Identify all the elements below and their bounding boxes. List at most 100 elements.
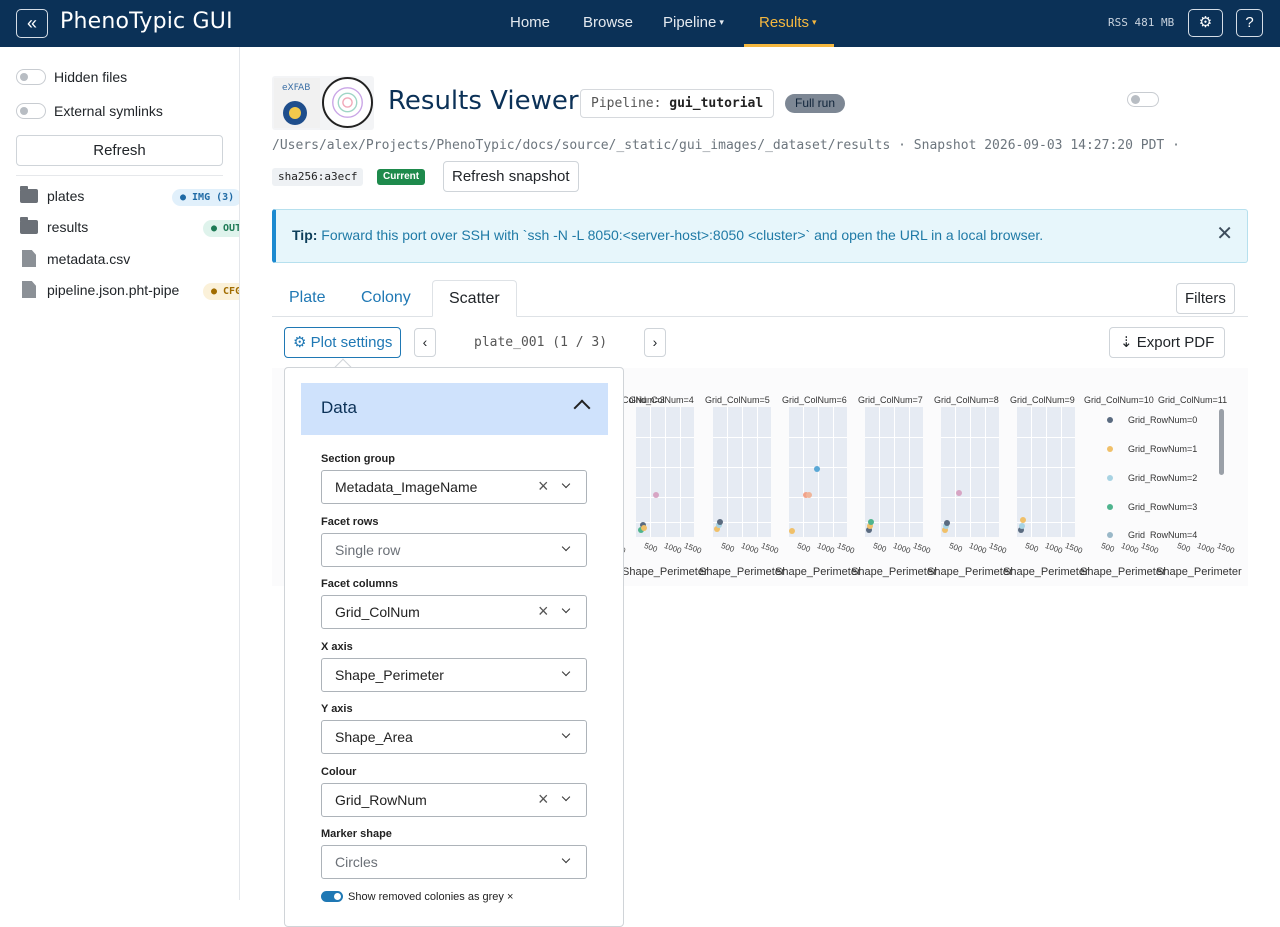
- scatter-point: [868, 519, 874, 525]
- scatter-point: [806, 492, 812, 498]
- file-icon: [22, 281, 36, 298]
- select-value: Circles: [335, 854, 378, 870]
- data-section-header[interactable]: Data: [301, 383, 608, 435]
- file-item-pipeline[interactable]: pipeline.json.pht-pipe: [20, 281, 179, 298]
- legend-item[interactable]: Grid_RowNum=4: [1107, 530, 1197, 539]
- scatter-point: [641, 525, 647, 531]
- select-section-group[interactable]: Metadata_ImageName ×: [321, 470, 587, 504]
- field-label: Section group: [321, 453, 395, 465]
- external-symlinks-toggle-row[interactable]: External symlinks: [16, 103, 163, 119]
- pipeline-name: gui_tutorial: [669, 96, 764, 111]
- export-pdf-button[interactable]: ⇣ Export PDF: [1109, 327, 1226, 358]
- legend-item[interactable]: Grid_RowNum=0: [1107, 415, 1197, 425]
- facet-title: Grid_ColNum=11: [1158, 395, 1228, 405]
- tip-text: Tip: Forward this port over SSH with `ss…: [292, 227, 1043, 243]
- plot-settings-popover: Data Section group Metadata_ImageName × Fac…: [284, 367, 624, 927]
- results-path: /Users/alex/Projects/PhenoTypic/docs/sou…: [272, 138, 1180, 153]
- nav-browse[interactable]: Browse: [583, 14, 633, 31]
- select-y-axis[interactable]: Shape_Area: [321, 720, 587, 754]
- legend-scrollbar[interactable]: [1219, 409, 1224, 475]
- top-navbar: « PhenoTypic GUI Home Browse Pipeline ▾ R…: [0, 0, 1280, 47]
- scatter-point: [814, 466, 820, 472]
- clear-icon[interactable]: ×: [538, 477, 549, 495]
- select-facet-rows[interactable]: Single row: [321, 532, 587, 567]
- tab-scatter[interactable]: Scatter: [432, 280, 517, 317]
- hidden-files-toggle[interactable]: [16, 69, 46, 85]
- pipeline-label: Pipeline:: [591, 96, 662, 111]
- file-item-plates[interactable]: plates: [20, 186, 84, 204]
- legend-label: Grid_RowNum=0: [1128, 415, 1198, 425]
- nav-results-label: Results: [759, 14, 810, 31]
- select-x-axis[interactable]: Shape_Perimeter: [321, 657, 587, 692]
- legend-item[interactable]: Grid_RowNum=2: [1107, 473, 1197, 483]
- refresh-snapshot-button[interactable]: Refresh snapshot: [443, 161, 579, 192]
- select-value: Single row: [335, 541, 401, 558]
- type-badge: ● CFG: [203, 283, 239, 300]
- chevron-down-icon: [561, 542, 571, 551]
- x-axis-label: Shape_Perimeter: [1003, 566, 1089, 578]
- select-marker-shape[interactable]: Circles: [321, 845, 587, 879]
- snapshot-hash: sha256:a3ecf: [272, 168, 364, 186]
- header-toggle[interactable]: [1127, 92, 1159, 107]
- nav-pipeline[interactable]: Pipeline ▾: [663, 14, 724, 31]
- nav-results[interactable]: Results ▾: [759, 14, 817, 31]
- facet-panel: [1017, 407, 1075, 537]
- nav-home-label: Home: [510, 14, 551, 31]
- svg-text:eXFAB: eXFAB: [282, 83, 310, 93]
- prev-page-button[interactable]: ‹: [414, 328, 436, 357]
- facet-title: Grid_ColNum=4: [629, 395, 694, 405]
- file-item-results[interactable]: results: [20, 217, 88, 235]
- clear-icon[interactable]: ×: [538, 602, 549, 620]
- select-facet-columns[interactable]: Grid_ColNum ×: [321, 595, 587, 629]
- chevron-down-icon: [561, 854, 571, 864]
- file-sidebar: Hidden files External symlinks Refresh p…: [0, 47, 240, 900]
- active-nav-indicator: [744, 44, 834, 47]
- lab-logos: eXFAB: [272, 76, 374, 130]
- select-colour[interactable]: Grid_RowNum ×: [321, 782, 587, 817]
- legend-marker: [1107, 475, 1113, 481]
- show-removed-switch[interactable]: [321, 891, 343, 902]
- hidden-files-label: Hidden files: [54, 69, 128, 85]
- facet-panel: [713, 407, 771, 537]
- legend-label: Grid_RowNum=3: [1128, 502, 1198, 512]
- lab-seal-icon: [322, 77, 373, 128]
- field-label: Facet rows: [321, 515, 379, 528]
- settings-button[interactable]: ⚙: [1188, 9, 1223, 37]
- sidebar-refresh-button[interactable]: Refresh: [16, 135, 223, 166]
- show-removed-row[interactable]: Show removed colonies as grey ×: [321, 891, 513, 903]
- hidden-files-toggle-row[interactable]: Hidden files: [16, 69, 127, 85]
- nav-pipeline-label: Pipeline: [663, 14, 717, 31]
- close-icon[interactable]: ✕: [1216, 224, 1233, 244]
- field-label: Y axis: [321, 703, 353, 715]
- help-button[interactable]: ?: [1236, 9, 1263, 37]
- scatter-point: [956, 490, 962, 496]
- nav-home[interactable]: Home: [510, 14, 550, 31]
- file-name: pipeline.json.pht-pipe: [47, 282, 180, 298]
- tip-message: Forward this port over SSH with `ssh -N …: [321, 227, 1044, 243]
- filters-button[interactable]: Filters: [1176, 283, 1235, 314]
- legend-marker: [1107, 446, 1113, 452]
- app-brand[interactable]: PhenoTypic GUI: [60, 9, 233, 34]
- chevron-down-icon: [561, 479, 571, 489]
- select-value: Shape_Area: [335, 729, 413, 745]
- chevron-down-icon: [561, 729, 571, 739]
- tab-plate[interactable]: Plate: [273, 280, 341, 317]
- external-symlinks-toggle[interactable]: [16, 103, 46, 119]
- facet-title: Grid_ColNum=9: [1010, 395, 1075, 405]
- legend-item[interactable]: Grid_RowNum=3: [1107, 502, 1197, 512]
- next-page-button[interactable]: ›: [644, 328, 666, 357]
- facet-title: Grid_ColNum=7: [858, 395, 923, 405]
- select-value: Grid_ColNum: [335, 604, 420, 620]
- plot-settings-button[interactable]: ⚙ Plot settings: [284, 327, 402, 358]
- legend-item[interactable]: Grid_RowNum=1: [1107, 444, 1197, 454]
- run-type-badge: Full run: [785, 94, 846, 113]
- file-name: metadata.csv: [47, 251, 131, 267]
- clear-icon[interactable]: ×: [538, 790, 549, 808]
- tab-colony[interactable]: Colony: [345, 280, 427, 317]
- scatter-point: [717, 519, 723, 525]
- file-item-metadata[interactable]: metadata.csv: [20, 250, 130, 267]
- legend-label: Grid_RowNum=4: [1128, 530, 1198, 539]
- facet-panel: [865, 407, 923, 537]
- collapse-sidebar-button[interactable]: «: [16, 9, 48, 38]
- facet-title: Grid_ColNum=5: [705, 395, 770, 405]
